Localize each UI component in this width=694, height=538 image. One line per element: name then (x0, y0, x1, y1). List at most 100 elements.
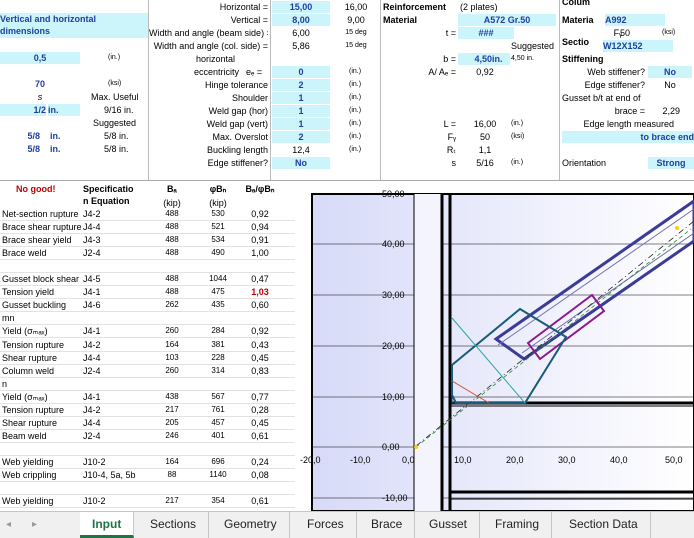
eb-value[interactable]: 0 (272, 66, 330, 78)
fy2-unit: (ksi) (662, 29, 676, 36)
weld-gap-vert-label: Weld gap (vert) (206, 119, 268, 129)
shoulder-value[interactable]: 1 (272, 92, 330, 104)
hinge-value[interactable]: 2 (272, 79, 330, 91)
y-tick-label: 0,00 (382, 442, 400, 452)
mo-value[interactable]: 2 (272, 131, 330, 143)
Rt-value: 1,1 (478, 145, 492, 155)
tab-section-data[interactable]: Section Data (557, 512, 651, 538)
check-spec: J4-2 (83, 209, 101, 219)
vhd-unit: (in.) (108, 54, 121, 61)
brace-value: 2,29 (662, 106, 680, 116)
check-capacity: 530 (211, 209, 225, 218)
check-name: Beam weld (2, 430, 47, 441)
wgv-value[interactable]: 1 (272, 118, 330, 130)
tab-scroll-left-icon[interactable]: ◂ (6, 519, 16, 531)
column-label: Colum (562, 0, 590, 7)
checks-table: No good! Specificatio n Equation Bₐ (kip… (0, 181, 295, 511)
y-tick-label: 20,00 (382, 341, 405, 351)
hinge-unit: (in.) (349, 81, 362, 88)
stiffening-label: Stiffening (562, 54, 604, 64)
horizontal-label: Horizontal = (219, 2, 268, 12)
b-suggested: 4,50 in. (511, 55, 534, 62)
check-ratio: 0,08 (251, 470, 269, 480)
tab-gusset[interactable]: Gusset (417, 512, 481, 538)
check-demand: 217 (165, 496, 179, 506)
check-name: mn (2, 313, 15, 324)
check-demand: 488 (165, 235, 179, 245)
aa-label: A/ Aₑ = (428, 67, 456, 77)
check-spec: J10-4, 5a, 5b (83, 470, 136, 480)
check-capacity: 1140 (209, 470, 227, 479)
es-value[interactable]: No (272, 157, 330, 169)
section-label: Sectio (562, 37, 590, 47)
check-demand: 88 (167, 470, 177, 479)
check-name: Tension yield (2, 287, 55, 298)
y-tick-label: 30,00 (382, 290, 405, 300)
check-name: Tension rupture (2, 339, 65, 350)
check-spec: J4-1 (83, 326, 101, 337)
check-demand: 262 (165, 300, 179, 310)
b-label: b = (443, 54, 456, 64)
check-capacity: 354 (211, 496, 225, 506)
b-value[interactable]: 4,50 (458, 53, 492, 65)
check-ratio: 0,28 (251, 404, 269, 415)
orientation-value[interactable]: Strong (648, 157, 694, 169)
fy2-value: 50 (619, 28, 630, 38)
tab-framing[interactable]: Framing (483, 512, 553, 538)
edge-stiffener-label: Edge stiffener? (207, 158, 268, 168)
y-tick-label: 40,00 (382, 239, 405, 249)
check-capacity: 381 (211, 339, 225, 349)
check-ratio: 0,45 (251, 417, 269, 428)
check-ratio: 0,94 (251, 222, 269, 233)
tab-more[interactable]: ( (682, 512, 694, 538)
tab-forces[interactable]: Forces (295, 512, 357, 538)
Fy-unit: (ksi) (511, 133, 525, 140)
row-divider (0, 507, 295, 509)
web-stiffener-value[interactable]: No (648, 66, 692, 78)
ksi-value[interactable]: 70 (0, 78, 80, 90)
bolt-b-value[interactable]: 5/8 (0, 143, 40, 155)
check-ratio: 0,61 (251, 430, 269, 441)
tab-input[interactable]: Input (80, 512, 135, 538)
vhd-value[interactable]: 0,5 (0, 52, 80, 64)
check-ratio: 0,43 (251, 339, 269, 350)
vertical-label: Vertical = (230, 15, 268, 25)
tab-brace[interactable]: Brace (359, 512, 416, 538)
edge-length-value[interactable]: to brace end (562, 131, 694, 143)
check-capacity: 567 (211, 391, 225, 401)
check-capacity: 435 (211, 300, 225, 310)
check-capacity: 534 (211, 235, 225, 245)
material-value[interactable]: A572 Gr.50 (458, 14, 556, 26)
wgh-value[interactable]: 1 (272, 105, 330, 117)
edge-length-label: Edge length measured (583, 119, 674, 129)
brace-label: brace = (614, 106, 645, 116)
bolt-a-value[interactable]: 5/8 (0, 130, 40, 142)
tab-geometry[interactable]: Geometry (212, 512, 290, 538)
weld-size-unit: in. (48, 104, 80, 116)
tab-sections[interactable]: Sections (138, 512, 210, 538)
check-spec: J2-4 (83, 248, 101, 259)
check-name: Net-section rupture (2, 209, 79, 219)
check-spec (83, 312, 149, 324)
L-label: L = (443, 119, 456, 129)
edge-stiffener-col-label: Edge stiffener? (584, 80, 645, 90)
horizontal-value[interactable]: 15,00 (272, 1, 330, 13)
vertical-value[interactable]: 8,00 (272, 14, 330, 26)
horizontal-max: 16,00 (344, 2, 368, 12)
t-value[interactable]: ### (458, 27, 514, 39)
gusset-bt-label: Gusset b/t at end of (562, 93, 641, 103)
suggested-reinf-label: Suggested (511, 41, 555, 51)
column-material-value[interactable]: A992 (605, 14, 665, 26)
x-tick-label: -20,0 (300, 455, 321, 465)
shoulder-unit: (in.) (349, 94, 362, 101)
weld-size-value[interactable]: 1/2 (0, 104, 46, 116)
ksi-unit: (ksi) (108, 80, 122, 87)
wac-value: 5,86 (292, 41, 310, 51)
check-capacity: 457 (211, 417, 225, 427)
check-ratio: 1,00 (251, 248, 269, 259)
check-spec: J4-2 (83, 404, 101, 415)
check-demand: 103 (165, 352, 179, 362)
check-name: Column weld (2, 365, 55, 376)
section-value[interactable]: W12X152 (603, 40, 673, 52)
tab-scroll-right-icon[interactable]: ▸ (32, 519, 42, 531)
